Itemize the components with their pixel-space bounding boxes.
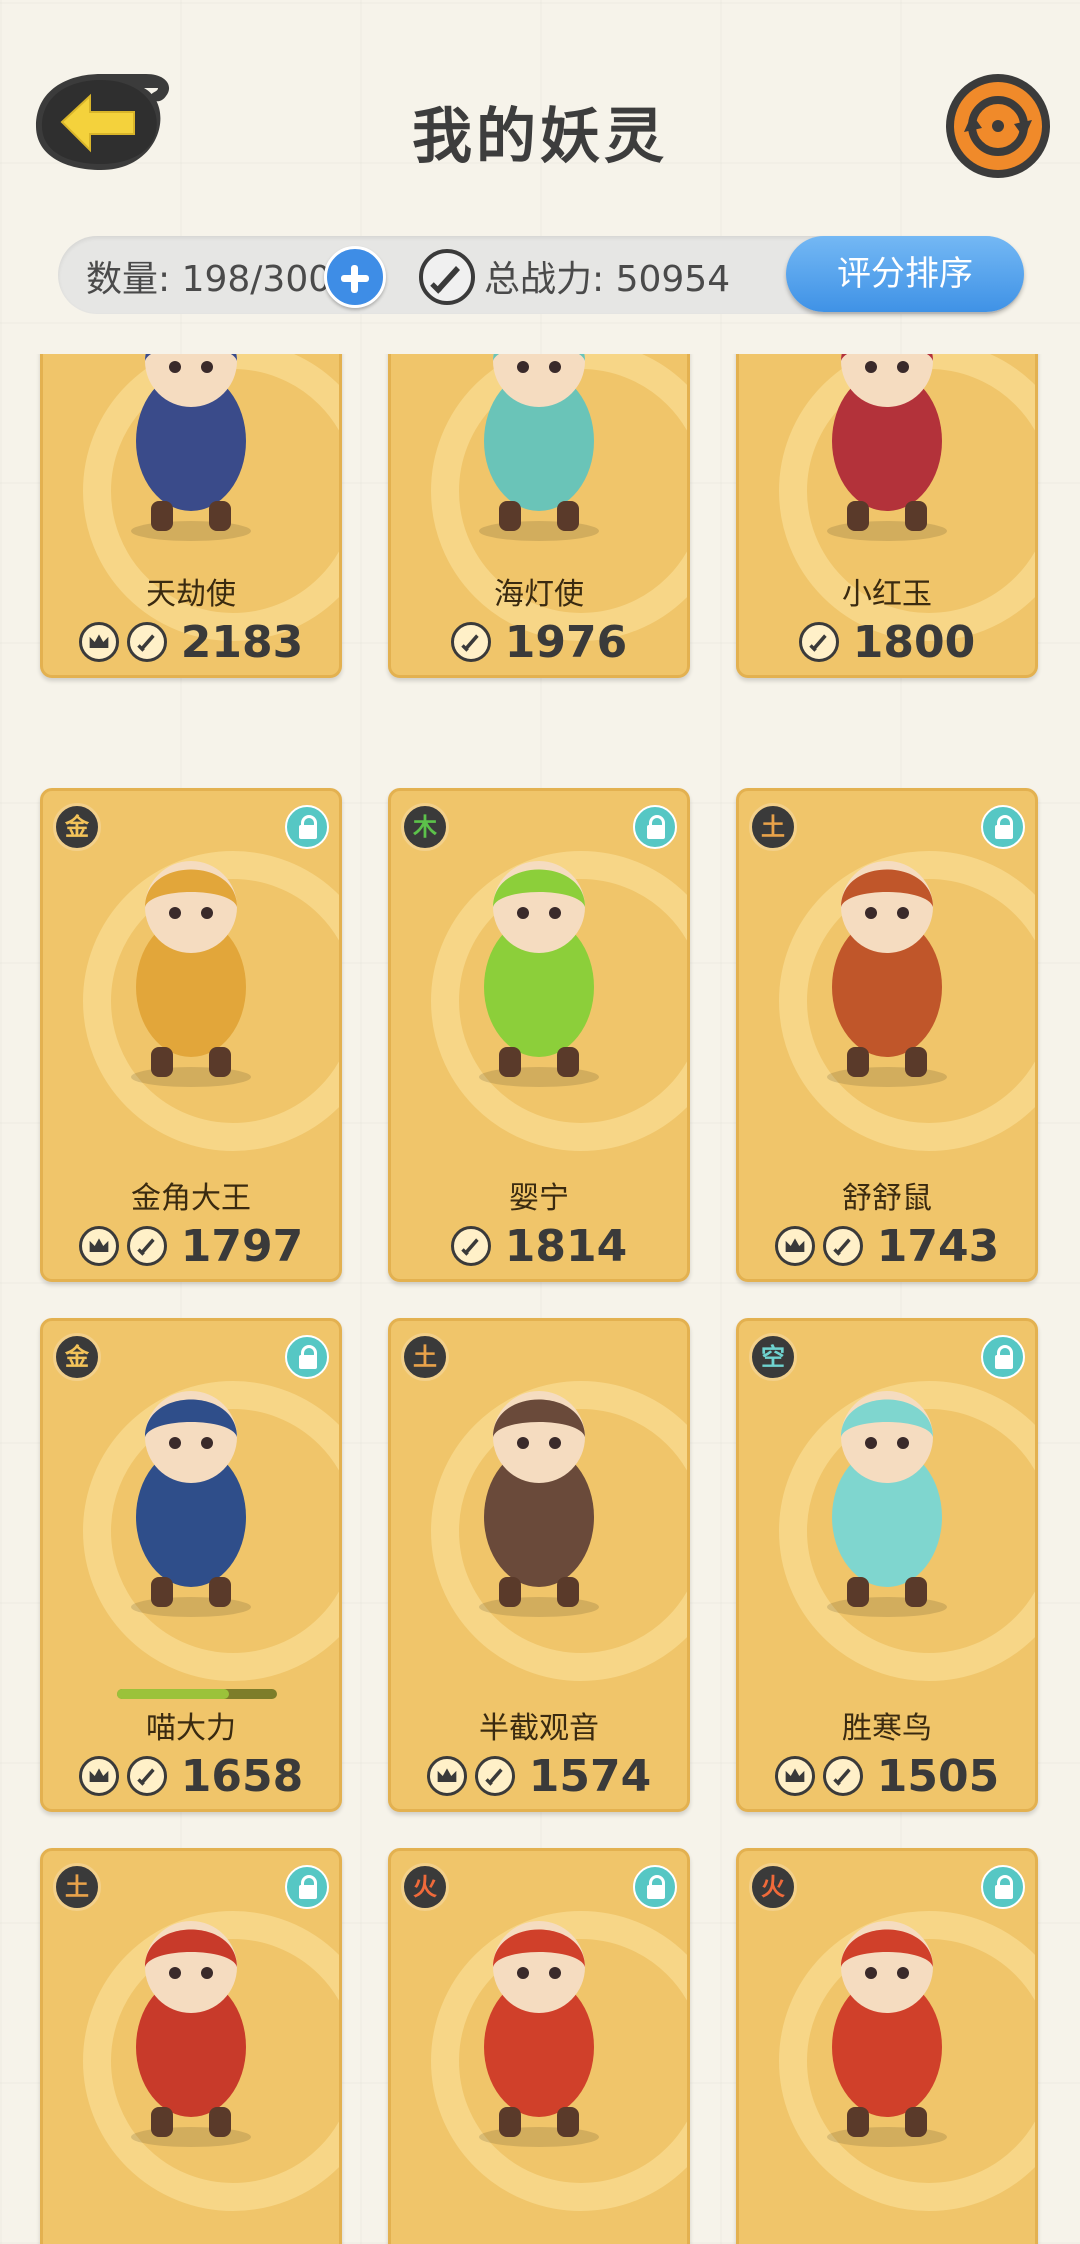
crown-icon	[78, 622, 119, 662]
combat-power-value: 1505	[876, 1750, 1000, 1802]
combat-power-value: 1743	[876, 1220, 1000, 1272]
spirit-figure	[429, 354, 649, 551]
stats-bar: 数量: 198/300 总战力: 50954 评分排序	[58, 236, 1024, 314]
spirit-name: 胜寒鸟	[842, 1711, 932, 1746]
stat-row: 1505	[739, 1749, 1035, 1803]
spirit-figure	[81, 1357, 301, 1627]
crown-icon	[774, 1226, 815, 1266]
spirit-figure	[777, 1357, 997, 1627]
stat-row: 1976	[391, 615, 687, 669]
spirit-figure	[81, 1887, 301, 2157]
crown-icon	[78, 1756, 119, 1796]
spirit-grid: 天劫使2183火 海灯使1976 小红玉1800金	[0, 354, 1080, 2244]
sword-icon	[126, 622, 167, 662]
combat-power-value: 1797	[180, 1220, 304, 1272]
spirit-name: 小红玉	[842, 577, 932, 612]
spirit-figure	[429, 827, 649, 1097]
spirit-figure	[777, 354, 997, 551]
spirit-name: 舒舒鼠	[842, 1181, 932, 1216]
spirit-name: 天劫使	[146, 577, 236, 612]
combat-power-value: 1658	[180, 1750, 304, 1802]
spirit-figure	[777, 827, 997, 1097]
spirit-name: 海灯使	[494, 577, 584, 612]
combat-power-value: 1814	[504, 1220, 628, 1272]
spirit-card[interactable]: 土	[40, 1848, 342, 2244]
sword-icon	[798, 622, 839, 662]
stat-row: 1658	[43, 1749, 339, 1803]
spirit-name: 金角大王	[131, 1181, 251, 1216]
sword-icon	[474, 1756, 515, 1796]
page-title: 我的妖灵	[412, 102, 668, 172]
sword-icon	[822, 1226, 863, 1266]
stat-row: 2183	[43, 615, 339, 669]
health-bar-fill	[117, 1689, 229, 1699]
spirit-card[interactable]: 金 金角大王 1797	[40, 788, 342, 1282]
stat-row: 1800	[739, 615, 1035, 669]
sort-by-score-button[interactable]: 评分排序	[786, 236, 1024, 312]
combat-power-value: 2183	[180, 616, 304, 668]
stat-row: 1574	[391, 1749, 687, 1803]
sword-icon	[126, 1226, 167, 1266]
spirit-card[interactable]: 金 喵大力 1658	[40, 1318, 342, 1812]
crown-icon	[774, 1756, 815, 1796]
sword-icon	[450, 1226, 491, 1266]
combat-power-value: 1976	[504, 616, 628, 668]
crown-icon	[78, 1226, 119, 1266]
stat-row: 1814	[391, 1219, 687, 1273]
total-power-label: 总战力: 50954	[484, 259, 731, 300]
spirit-figure	[429, 1887, 649, 2157]
combat-power-value: 1800	[852, 616, 976, 668]
spirit-card[interactable]: 火	[736, 1848, 1038, 2244]
crown-icon	[426, 1756, 467, 1796]
refresh-icon	[946, 74, 1050, 178]
spirit-card[interactable]: 火	[388, 1848, 690, 2244]
sword-power-icon	[419, 249, 475, 305]
spirit-figure	[429, 1357, 649, 1627]
spirit-card[interactable]: 木 婴宁 1814	[388, 788, 690, 1282]
sword-icon	[450, 622, 491, 662]
sword-icon	[822, 1756, 863, 1796]
spirit-figure	[777, 1887, 997, 2157]
stat-row: 1797	[43, 1219, 339, 1273]
spirit-figure	[81, 827, 301, 1097]
spirit-card[interactable]: 土 舒舒鼠 1743	[736, 788, 1038, 1282]
stat-row: 1743	[739, 1219, 1035, 1273]
spirit-name: 婴宁	[509, 1181, 569, 1216]
combat-power-value: 1574	[528, 1750, 652, 1802]
health-bar	[117, 1689, 277, 1699]
spirit-card[interactable]: 空 胜寒鸟 1505	[736, 1318, 1038, 1812]
count-label: 数量: 198/300	[86, 259, 332, 300]
spirit-card[interactable]: 天劫使 2183	[40, 354, 342, 678]
spirit-card[interactable]: 火 海灯使1976	[388, 354, 690, 678]
sword-icon	[126, 1756, 167, 1796]
spirit-card[interactable]: 土 半截观音 1574	[388, 1318, 690, 1812]
spirit-figure	[81, 354, 301, 551]
add-capacity-button[interactable]	[324, 246, 386, 308]
spirit-name: 半截观音	[479, 1711, 599, 1746]
spirit-card[interactable]: 小红玉 1800	[736, 354, 1038, 678]
refresh-button[interactable]	[942, 70, 1054, 182]
spirit-name: 喵大力	[146, 1711, 236, 1746]
